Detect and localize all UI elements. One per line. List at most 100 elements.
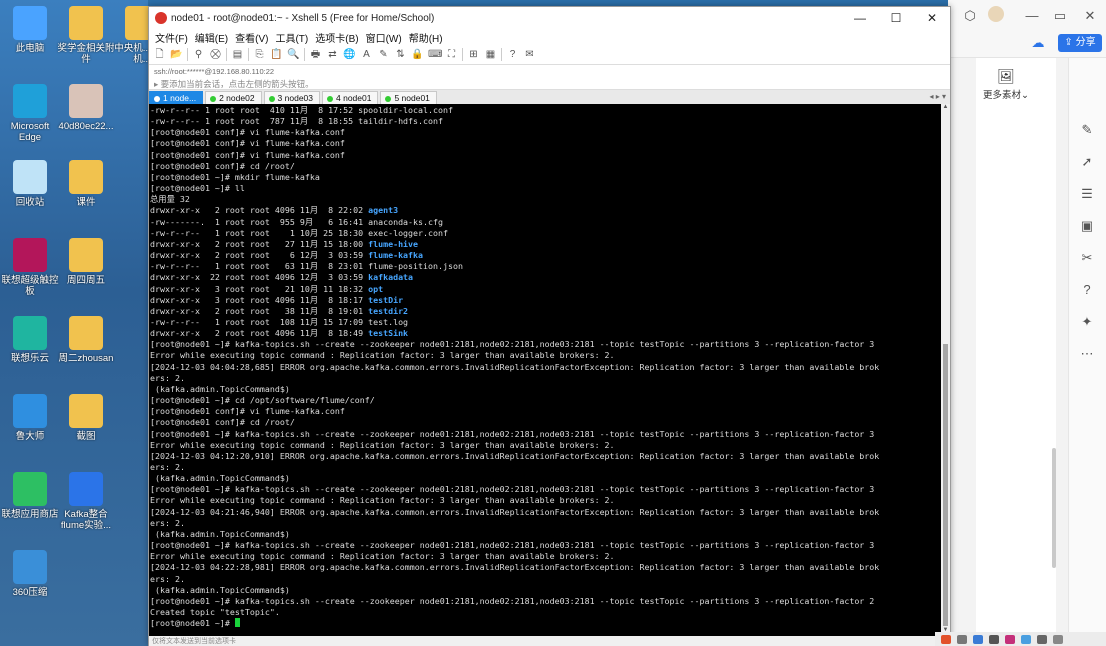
find-icon[interactable]: 🔍 <box>287 48 300 61</box>
maximize-button[interactable]: ☐ <box>878 7 914 29</box>
more-icon[interactable]: ⋯ <box>1079 346 1095 362</box>
document-canvas[interactable] <box>976 58 1056 646</box>
desktop-icon-image <box>13 394 47 428</box>
minimize-icon[interactable]: — <box>1024 8 1040 24</box>
restore-icon[interactable]: ▭ <box>1052 8 1068 24</box>
properties-icon[interactable]: ▤ <box>231 48 244 61</box>
desktop-icon[interactable]: 联想应用商店 <box>0 472 60 520</box>
close-button[interactable]: ✕ <box>914 7 950 29</box>
tab-nav-arrows[interactable]: ◂ ▸ ▾ <box>930 92 947 101</box>
menu-item[interactable]: 帮助(H) <box>409 30 443 45</box>
share-button[interactable]: ⇪ 分享 <box>1058 34 1102 52</box>
desktop-icon[interactable]: Microsoft Edge <box>0 84 60 143</box>
desktop-icon[interactable]: 课件 <box>56 160 116 208</box>
image-edit-icon[interactable]: ▣ <box>1079 218 1095 234</box>
desktop-icon-image <box>69 84 103 118</box>
scrollbar[interactable] <box>1052 448 1056 568</box>
avatar[interactable] <box>988 6 1004 22</box>
desktop-icon[interactable]: 联想乐云 <box>0 316 60 364</box>
ime-icon[interactable] <box>941 634 951 644</box>
copy-icon[interactable]: ⎘ <box>253 48 266 61</box>
terminal-line: -rw-r--r-- 1 root root 410 11月 8 17:52 s… <box>150 105 454 115</box>
session-tab[interactable]: 4 node01 <box>322 91 379 104</box>
terminal-output[interactable]: -rw-r--r-- 1 root root 410 11月 8 17:52 s… <box>149 104 941 636</box>
mic-icon[interactable] <box>957 634 967 644</box>
terminal-scrollbar[interactable]: ▲ ▼ <box>941 104 950 636</box>
pen-icon[interactable]: ✎ <box>1079 122 1095 138</box>
keyboard-icon[interactable]: ⌨ <box>428 48 442 61</box>
scroll-up-icon[interactable]: ▲ <box>941 104 950 113</box>
desktop-icon[interactable]: 此电脑 <box>0 6 60 54</box>
open-folder-icon[interactable]: 📂 <box>170 48 183 61</box>
help-icon[interactable]: ? <box>1079 282 1095 298</box>
tools-icon[interactable]: ✂ <box>1079 250 1095 266</box>
cursor-icon[interactable]: ➚ <box>1079 154 1095 170</box>
session-tab[interactable]: 1 node... <box>149 91 204 104</box>
settings-icon[interactable] <box>1053 634 1063 644</box>
desktop-icon[interactable]: Kafka整合flume实验... <box>56 472 116 531</box>
session-tab[interactable]: 5 node01 <box>380 91 437 104</box>
globe-icon[interactable]: 🌐 <box>343 48 356 61</box>
disconnect-icon[interactable]: ⛒ <box>209 48 222 61</box>
connect-icon[interactable]: ⚲ <box>192 48 205 61</box>
fullscreen-icon[interactable]: ⛶ <box>445 48 458 61</box>
desktop-icon[interactable]: 周二zhousan <box>56 316 116 364</box>
menu-item[interactable]: 工具(T) <box>275 30 308 45</box>
terminal-line: drwxr-xr-x 2 root root 6 12月 3 03:59 flu… <box>150 250 424 261</box>
menu-item[interactable]: 文件(F) <box>155 30 188 45</box>
desktop-icon-label: 回收站 <box>15 197 45 208</box>
sliders-icon[interactable]: ☰ <box>1079 186 1095 202</box>
desktop-icon[interactable]: 周四周五 <box>56 238 116 286</box>
help-icon[interactable]: ? <box>506 48 519 61</box>
desktop-icon[interactable]: 40d80ec22... <box>56 84 116 132</box>
menu-item[interactable]: 选项卡(B) <box>315 30 358 45</box>
more-material-button[interactable]: 🖼 更多素材⌄ <box>976 62 1036 104</box>
close-icon[interactable]: ✕ <box>1082 8 1098 24</box>
desktop-icon[interactable]: 360压缩 <box>0 550 60 598</box>
title-bar[interactable]: node01 - root@node01:~ - Xshell 5 (Free … <box>149 7 950 29</box>
layout-icon[interactable]: ▦ <box>484 48 497 61</box>
new-session-icon[interactable]: 🗋 <box>153 48 166 61</box>
minimize-button[interactable]: — <box>842 7 878 29</box>
address-bar[interactable]: ssh://root:******@192.168.80.110:22 <box>149 65 950 78</box>
desktop-icon[interactable]: 截图 <box>56 394 116 442</box>
plugin-icon[interactable]: ✦ <box>1079 314 1095 330</box>
scrollbar-thumb[interactable] <box>943 344 948 626</box>
xftp-icon[interactable]: ⇅ <box>394 48 407 61</box>
font-icon[interactable]: A <box>360 48 373 61</box>
menu-item[interactable]: 编辑(E) <box>195 30 228 45</box>
terminal-line: drwxr-xr-x 2 root root 4096 11月 8 18:49 … <box>150 328 409 339</box>
chat-icon[interactable]: ✉ <box>523 48 536 61</box>
script-icon[interactable]: ✎ <box>377 48 390 61</box>
session-tab[interactable]: 3 node03 <box>263 91 320 104</box>
transfer-icon[interactable]: ⇄ <box>326 48 339 61</box>
desktop-icon[interactable]: 回收站 <box>0 160 60 208</box>
user-icon[interactable] <box>989 634 999 644</box>
app-icon[interactable] <box>1005 634 1015 644</box>
terminal-line: ers: 2. <box>150 573 185 584</box>
cube-icon[interactable]: ⬡ <box>962 8 978 24</box>
terminal-line: drwxr-xr-x 2 root root 38 11月 8 19:01 te… <box>150 305 409 316</box>
screen-icon[interactable] <box>1037 634 1047 644</box>
clipboard-icon[interactable] <box>1021 634 1031 644</box>
print-icon[interactable]: 🖶 <box>309 48 322 61</box>
terminal-line: ers: 2. <box>150 462 185 472</box>
cloud-upload-icon[interactable]: ☁ <box>1030 35 1046 51</box>
status-dot-icon <box>268 95 275 102</box>
keyboard-icon[interactable] <box>973 634 983 644</box>
terminal-line: -rw-r--r-- 1 root root 108 11月 15 17:09 … <box>150 316 409 327</box>
terminal-line: [root@node01 ~]# cd /opt/software/flume/… <box>150 395 375 406</box>
lock-icon[interactable]: 🔒 <box>411 48 424 61</box>
terminal-line: (kafka.admin.TopicCommand$) <box>150 528 290 539</box>
desktop-icon-label: Microsoft Edge <box>10 121 50 143</box>
desktop-icon[interactable]: 奖学金相关附件 <box>56 6 116 65</box>
paste-icon[interactable]: 📋 <box>270 48 283 61</box>
session-tab[interactable]: 2 node02 <box>205 91 262 104</box>
desktop-icon[interactable]: 鲁大师 <box>0 394 60 442</box>
desktop-icon[interactable]: 联想超级触控板 <box>0 238 60 297</box>
add-tab-icon[interactable]: ⊞ <box>467 48 480 61</box>
menu-item[interactable]: 查看(V) <box>235 30 268 45</box>
add-session-arrow-icon[interactable]: ▸ <box>154 79 161 89</box>
menu-item[interactable]: 窗口(W) <box>366 30 402 45</box>
status-text: 仅将文本发送到当前选项卡 <box>152 638 236 645</box>
